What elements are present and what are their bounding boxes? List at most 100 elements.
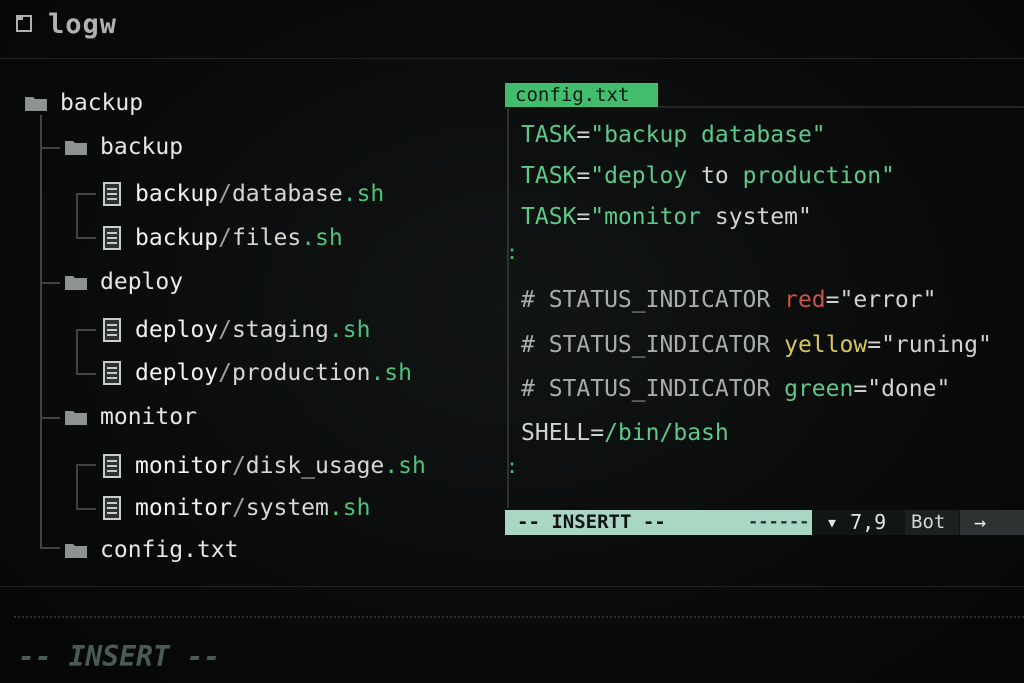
code-line[interactable]: # STATUS_INDICATOR red="error" [521,287,936,313]
code-comment: # STATUS_INDICATOR [521,332,785,358]
code-path: /bin/bash [604,420,729,446]
code-key: TASK [521,204,577,230]
code-string: "backup database" [590,122,826,148]
code-line[interactable]: TASK="backup database" [521,122,826,148]
code-key-green: green [784,376,854,402]
code-key-yellow: yellow [784,332,868,358]
folder-icon [65,276,87,290]
title-bar [0,0,1024,59]
code-string: "deploy [590,163,688,189]
command-line-mode: -- INSERT -- [18,640,221,673]
code-string: production" [742,163,895,189]
divider [0,586,1024,587]
file-icon [103,318,121,342]
tree-file-config[interactable]: config.txt [64,537,238,563]
code-line[interactable]: TASK="monitor system" [521,204,812,230]
tree-item-label: backup [60,90,144,116]
scroll-position: Bot [905,510,959,535]
code-string: "runing" [881,332,992,358]
arrow-right-icon: → [974,510,987,534]
tree-folder-deploy[interactable]: deploy [64,269,183,295]
path-dir: monitor [135,495,232,521]
folder-icon [25,97,47,111]
file-icon [103,454,121,478]
tree-file-backup-files[interactable]: backup / files .sh [103,225,343,251]
folder-icon [65,141,87,155]
tree-item-label: config.txt [100,537,239,563]
path-separator: / [218,181,232,207]
status-dashes: ------ [748,512,810,532]
editor-tab-config[interactable]: config.txt [505,83,658,107]
tree-connector [40,417,60,419]
file-name: production [231,360,371,386]
code-text: to [687,163,743,189]
gutter-marker: : [506,240,519,264]
path-separator: / [218,225,232,251]
path-dir: backup [135,225,219,251]
code-key: TASK [521,163,577,189]
folder-icon [16,15,32,32]
tree-connector [76,329,96,331]
editor-tab-border [658,106,1024,108]
tree-connector [40,547,60,549]
tree-connector [76,464,96,466]
path-dir: deploy [135,360,219,386]
tree-connector [40,115,42,547]
file-icon [103,226,121,250]
code-operator: = [825,287,840,313]
tree-file-deploy-production[interactable]: deploy / production .sh [103,360,412,386]
file-extension: .sh [328,317,371,343]
file-name: staging [231,317,329,343]
folder-icon [65,411,87,425]
code-operator: = [867,332,882,358]
code-string: "done" [867,376,951,402]
editor-gutter [507,108,509,508]
path-dir: backup [135,181,219,207]
tree-folder-backup[interactable]: backup [64,134,183,160]
tree-root-folder[interactable]: backup [24,90,143,116]
code-line[interactable]: TASK="deploy to production" [521,163,895,189]
tree-file-monitor-system[interactable]: monitor / system .sh [103,495,370,521]
cursor-position: ▾ 7,9 [826,510,887,534]
path-dir: deploy [135,317,219,343]
file-extension: .sh [301,225,343,251]
code-comment: # STATUS_INDICATOR [521,376,785,402]
code-line[interactable]: SHELL=/bin/bash [521,420,729,446]
code-string: "monitor [590,204,702,230]
tree-connector [40,282,60,284]
code-text: system" [701,204,812,230]
tree-item-label: monitor [100,404,197,430]
code-operator: = [576,204,591,230]
code-line[interactable]: # STATUS_INDICATOR yellow="runing" [521,332,992,358]
tree-connector [76,508,96,510]
tree-connector [76,373,96,375]
file-icon [103,182,121,206]
file-icon [103,496,121,520]
tree-item-label: deploy [100,269,184,295]
path-separator: / [231,495,246,521]
file-extension: .sh [342,181,385,207]
code-key-red: red [784,287,826,313]
file-extension: .sh [328,495,371,521]
path-separator: / [218,317,232,343]
file-extension: .sh [384,453,426,479]
status-bar-end [960,510,1024,535]
tree-file-deploy-staging[interactable]: deploy / staging .sh [103,317,370,343]
code-operator: = [576,163,591,189]
dotted-divider [14,616,1024,618]
code-string: "error" [839,287,937,313]
tree-file-backup-database[interactable]: backup / database .sh [103,181,384,207]
file-name: system [245,495,329,521]
gutter-marker: : [506,454,519,478]
code-line[interactable]: # STATUS_INDICATOR green="done" [521,376,950,402]
path-separator: / [218,360,232,386]
tree-item-label: backup [100,134,184,160]
tree-file-monitor-disk-usage[interactable]: monitor / disk_usage .sh [103,453,426,479]
file-icon [103,361,121,385]
code-key: TASK [521,122,577,148]
folder-icon [65,544,87,558]
tree-folder-monitor[interactable]: monitor [64,404,197,430]
file-name: files [231,225,302,251]
file-name: disk_usage [245,453,385,479]
tree-connector [76,329,78,374]
